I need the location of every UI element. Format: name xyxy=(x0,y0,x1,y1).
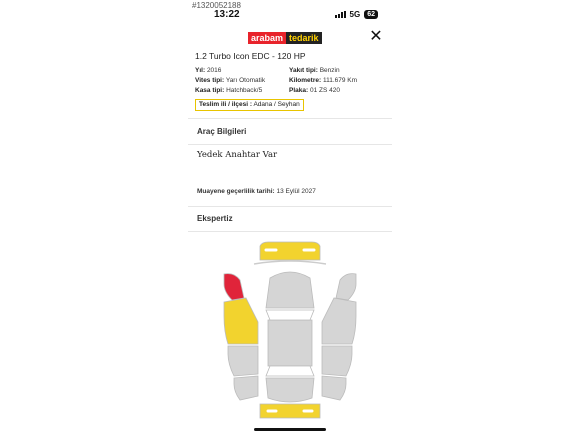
left-front-fender-part[interactable] xyxy=(223,273,245,301)
header: arabam tedarik ✕ xyxy=(188,24,392,50)
spec-value: Yarı Otomatik xyxy=(225,77,266,84)
listing-screen: arabam tedarik ✕ 1.2 Turbo Icon EDC - 12… xyxy=(188,24,392,435)
left-rear-fender-part[interactable] xyxy=(233,375,259,401)
spec-transmission: Vites tipi: Yarı Otomatik xyxy=(195,76,265,86)
logo-part-2: tedarik xyxy=(286,32,322,44)
status-time: 13:22 xyxy=(214,9,240,20)
delivery-key: Teslim ili / ilçesi : xyxy=(199,101,252,108)
delivery-location-badge: Teslim ili / ilçesi : Adana / Seyhan xyxy=(195,99,304,111)
spec-value: Hatchback/5 xyxy=(226,87,263,94)
spec-year: Yıl: 2016 xyxy=(195,66,265,76)
spec-key: Kasa tipi: xyxy=(195,87,225,94)
left-front-door-part[interactable] xyxy=(223,297,259,345)
logo-part-1: arabam xyxy=(248,32,287,44)
spec-mileage: Kilometre: 111.679 Km xyxy=(289,76,357,86)
inspection-date: Muayene geçerlilik tarihi: 13 Eylül 2027 xyxy=(197,188,316,195)
spec-value: Benzin xyxy=(319,67,340,74)
right-rear-door-part[interactable] xyxy=(321,345,353,377)
status-bar: 13:22 5G 62 xyxy=(188,8,392,22)
spec-fuel: Yakıt tipi: Benzin xyxy=(289,66,357,76)
spec-plate: Plaka: 01 ZS 420 xyxy=(289,86,357,96)
delivery-value: Adana / Seyhan xyxy=(253,101,300,108)
signal-icon xyxy=(334,11,346,18)
divider xyxy=(188,144,392,145)
windshield xyxy=(265,309,315,321)
hood-part[interactable] xyxy=(265,271,315,309)
roof-part[interactable] xyxy=(267,319,313,367)
spec-key: Yakıt tipi: xyxy=(289,67,318,74)
right-rear-fender-part[interactable] xyxy=(321,375,347,401)
section-expertise[interactable]: Ekspertiz xyxy=(197,214,233,223)
spec-column-right: Yakıt tipi: Benzin Kilometre: 111.679 Km… xyxy=(289,66,357,96)
close-icon[interactable]: ✕ xyxy=(369,29,383,45)
left-rear-door-part[interactable] xyxy=(227,345,259,377)
spec-key: Kilometre: xyxy=(289,77,322,84)
trunk-part[interactable] xyxy=(265,377,315,403)
spare-key-note: Yedek Anahtar Var xyxy=(197,150,278,160)
divider xyxy=(188,118,392,119)
divider xyxy=(188,231,392,232)
home-indicator[interactable] xyxy=(254,428,326,431)
spec-key: Vites tipi: xyxy=(195,77,225,84)
spec-value: 2016 xyxy=(206,67,222,74)
spec-value: 111.679 Km xyxy=(322,77,358,84)
spec-body-type: Kasa tipi: Hatchback/5 xyxy=(195,86,265,96)
rear-window xyxy=(265,365,315,377)
spec-key: Yıl: xyxy=(195,67,206,74)
front-grille xyxy=(253,260,327,265)
inspection-value: 13 Eylül 2027 xyxy=(276,188,316,195)
network-label: 5G xyxy=(349,10,361,19)
inspection-key: Muayene geçerlilik tarihi: xyxy=(197,188,275,195)
status-indicators: 5G 62 xyxy=(334,10,378,19)
right-front-fender-part[interactable] xyxy=(335,273,357,301)
vehicle-title: 1.2 Turbo Icon EDC - 120 HP xyxy=(195,51,306,61)
right-front-door-part[interactable] xyxy=(321,297,357,345)
section-vehicle-info[interactable]: Araç Bilgileri xyxy=(197,127,246,136)
divider xyxy=(188,206,392,207)
spec-column-left: Yıl: 2016 Vites tipi: Yarı Otomatik Kasa… xyxy=(195,66,265,96)
spec-key: Plaka: xyxy=(289,87,309,94)
spec-value: 01 ZS 420 xyxy=(309,87,340,94)
expertise-car-diagram xyxy=(223,241,357,419)
battery-icon: 62 xyxy=(364,10,378,19)
brand-logo: arabam tedarik xyxy=(248,32,322,44)
